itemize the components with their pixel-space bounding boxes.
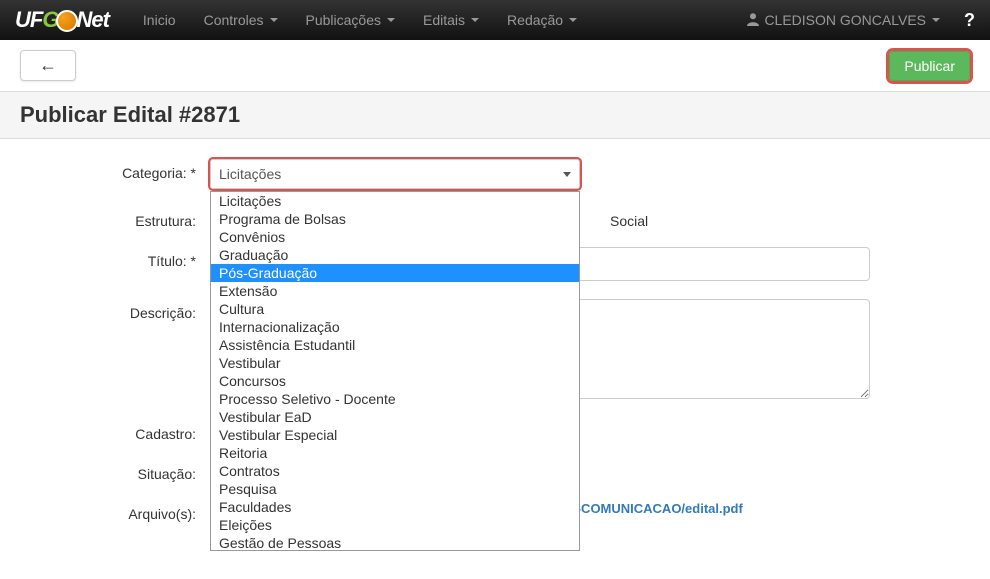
chevron-down-icon bbox=[563, 172, 571, 177]
cadastro-label: Cadastro: bbox=[20, 420, 210, 442]
toolbar: ← Publicar bbox=[0, 40, 990, 91]
caret-icon bbox=[471, 18, 479, 22]
categoria-option[interactable]: Reitoria bbox=[211, 444, 579, 462]
logo-text-3: Net bbox=[76, 7, 108, 32]
form-area: Categoria: * Licitações LicitaçõesProgra… bbox=[0, 139, 990, 560]
caret-icon bbox=[932, 18, 940, 22]
categoria-option[interactable]: Vestibular Especial bbox=[211, 426, 579, 444]
publish-button[interactable]: Publicar bbox=[889, 51, 970, 81]
page-title: Publicar Edital #2871 bbox=[20, 102, 970, 128]
categoria-option[interactable]: Faculdades bbox=[211, 498, 579, 516]
nav-editais[interactable]: Editais bbox=[409, 2, 493, 38]
caret-icon bbox=[387, 18, 395, 22]
nav-redacao[interactable]: Redação bbox=[493, 2, 591, 38]
nav-editais-label: Editais bbox=[423, 12, 465, 28]
categoria-option[interactable]: Cultura bbox=[211, 300, 579, 318]
categoria-option[interactable]: Graduação bbox=[211, 246, 579, 264]
nav-user-label: CLEDISON GONCALVES bbox=[764, 12, 926, 28]
categoria-option[interactable]: Pesquisa bbox=[211, 480, 579, 498]
nav-controles-label: Controles bbox=[204, 12, 264, 28]
page-header: Publicar Edital #2871 bbox=[0, 91, 990, 139]
categoria-option[interactable]: Processo Seletivo - Docente bbox=[211, 390, 579, 408]
categoria-option[interactable]: Assistência Estudantil bbox=[211, 336, 579, 354]
categoria-label: Categoria: * bbox=[20, 159, 210, 181]
nav-publicacoes[interactable]: Publicações bbox=[292, 2, 410, 38]
logo-text-1: UF bbox=[15, 7, 42, 32]
categoria-option[interactable]: Extensão bbox=[211, 282, 579, 300]
back-button[interactable]: ← bbox=[20, 50, 76, 81]
nav-redacao-label: Redação bbox=[507, 12, 563, 28]
top-navbar: UFGNet Inicio Controles Publicações Edit… bbox=[0, 0, 990, 40]
help-icon[interactable]: ? bbox=[964, 10, 975, 31]
situacao-label: Situação: bbox=[20, 460, 210, 482]
categoria-select[interactable]: Licitações bbox=[210, 159, 580, 189]
categoria-selected-value: Licitações bbox=[219, 166, 281, 182]
nav-inicio[interactable]: Inicio bbox=[129, 2, 190, 38]
user-icon bbox=[746, 12, 760, 29]
categoria-option[interactable]: Convênios bbox=[211, 228, 579, 246]
nav-inicio-label: Inicio bbox=[143, 12, 176, 28]
nav-user[interactable]: CLEDISON GONCALVES bbox=[732, 2, 954, 39]
caret-icon bbox=[270, 18, 278, 22]
categoria-option[interactable]: Pós-Graduação bbox=[211, 264, 579, 282]
descricao-label: Descrição: bbox=[20, 299, 210, 321]
categoria-option[interactable]: Contratos bbox=[211, 462, 579, 480]
categoria-option[interactable]: Concursos bbox=[211, 372, 579, 390]
categoria-option[interactable]: Internacionalização bbox=[211, 318, 579, 336]
categoria-option[interactable]: Gestão de Pessoas bbox=[211, 534, 579, 551]
categoria-dropdown[interactable]: LicitaçõesPrograma de BolsasConvêniosGra… bbox=[210, 191, 580, 551]
caret-icon bbox=[569, 18, 577, 22]
categoria-option[interactable]: Eleições bbox=[211, 516, 579, 534]
categoria-option[interactable]: Vestibular bbox=[211, 354, 579, 372]
arquivos-label: Arquivo(s): bbox=[20, 500, 210, 522]
categoria-option[interactable]: Programa de Bolsas bbox=[211, 210, 579, 228]
estrutura-label: Estrutura: bbox=[20, 207, 210, 229]
titulo-label: Título: * bbox=[20, 247, 210, 269]
logo[interactable]: UFGNet bbox=[15, 7, 109, 33]
categoria-option[interactable]: Licitações bbox=[211, 192, 579, 210]
nav-controles[interactable]: Controles bbox=[190, 2, 292, 38]
nav-publicacoes-label: Publicações bbox=[306, 12, 382, 28]
categoria-option[interactable]: Vestibular EaD bbox=[211, 408, 579, 426]
